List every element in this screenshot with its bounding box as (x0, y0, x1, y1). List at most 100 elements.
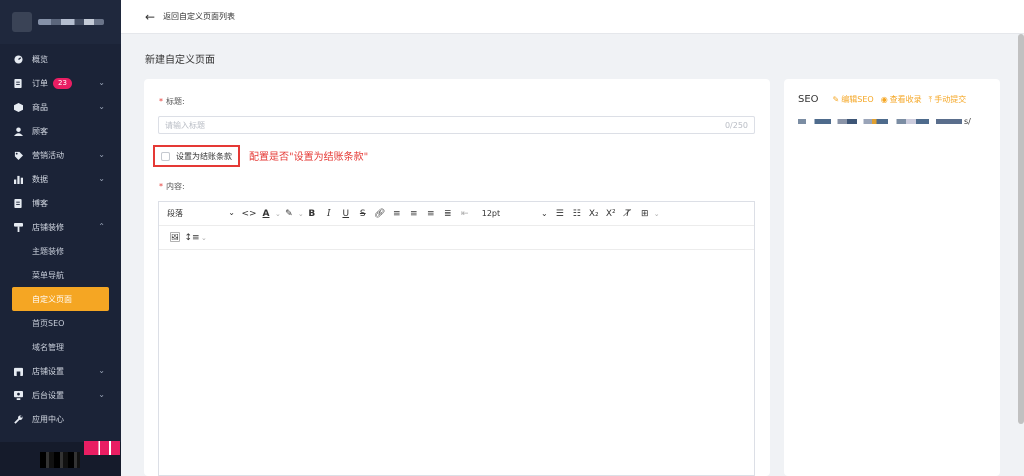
sidebar-item-label: 概览 (32, 54, 48, 64)
clear-format-icon[interactable]: T̸ (620, 206, 636, 222)
image-icon[interactable]: 🖼︎ (167, 230, 183, 246)
sidebar-subitem-domains[interactable]: 域名管理 (0, 335, 121, 359)
upload-icon: ⤒ (928, 94, 933, 104)
chevron-down-icon[interactable]: ⌄ (654, 210, 660, 218)
editor-toolbar-row-2: 🖼︎ ↕≡ ⌄ (159, 226, 754, 250)
sidebar-item-customers[interactable]: 顾客 (0, 119, 121, 143)
manual-submit-button[interactable]: ⤒ 手动提交 (929, 94, 967, 105)
sidebar-item-marketing[interactable]: 营销活动 ⌄ (0, 143, 121, 167)
title-label: * 标题: (159, 97, 185, 106)
sidebar-item-label: 博客 (32, 198, 48, 208)
sidebar-item-label: 订单 (32, 78, 48, 88)
sidebar-item-label: 应用中心 (32, 414, 64, 424)
chevron-down-icon: ⌄ (98, 174, 105, 183)
seo-header: SEO ✎ 编辑SEO ◉ 查看收录 ⤒ 手动提交 (798, 94, 973, 105)
underline-icon[interactable]: U (338, 206, 354, 222)
seo-title: SEO (798, 94, 819, 105)
sidebar-item-products[interactable]: 商品 ⌄ (0, 95, 121, 119)
sidebar: 概览 订单 23 ⌄ 商品 ⌄ 顾客 营销活动 ⌄ 数据 ⌄ 博客 店铺装修 ⌃… (0, 0, 121, 476)
admin-icon (13, 390, 23, 400)
sidebar-subitem-home-seo[interactable]: 首页SEO (0, 311, 121, 335)
font-size-select[interactable]: 12pt ⌄ (482, 209, 552, 218)
sidebar-subitem-menu[interactable]: 菜单导航 (0, 263, 121, 287)
content-label: * 内容: (159, 182, 185, 191)
redacted-label (84, 441, 120, 455)
strikethrough-icon[interactable]: S (355, 206, 371, 222)
line-height-icon[interactable]: ↕≡ (184, 230, 200, 246)
text-color-icon[interactable]: A (258, 206, 274, 222)
username-redacted (40, 452, 80, 468)
page-title: 新建自定义页面 (145, 55, 215, 66)
editor-content-area[interactable] (159, 250, 754, 475)
sidebar-item-store-settings[interactable]: 店铺设置 ⌄ (0, 359, 121, 383)
store-name-redacted (38, 19, 104, 25)
chevron-up-icon: ⌃ (98, 222, 105, 231)
logo-icon (12, 12, 32, 32)
subscript-icon[interactable]: X₂ (586, 206, 602, 222)
sidebar-item-label: 数据 (32, 174, 48, 184)
checkout-terms-checkbox[interactable] (161, 151, 170, 161)
table-icon[interactable]: ⊞ (637, 206, 653, 222)
chevron-down-icon: ⌄ (98, 366, 105, 375)
dashboard-icon (13, 54, 23, 64)
bold-icon[interactable]: B (304, 206, 320, 222)
sidebar-subitem-custom-pages[interactable]: 自定义页面 (12, 287, 109, 311)
product-icon (13, 102, 23, 112)
rich-text-editor[interactable]: 段落 ⌄ <> A ⌄ ✎ ⌄ B I U S 🔗︎ ≡ ≡ ≡ ≣ ⇤ 12pt ⌄ … (158, 201, 755, 476)
align-center-icon[interactable]: ≡ (406, 206, 422, 222)
align-justify-icon[interactable]: ≣ (440, 206, 456, 222)
sidebar-item-store-design[interactable]: 店铺装修 ⌃ (0, 215, 121, 239)
topbar: ← 返回自定义页面列表 (121, 0, 1024, 34)
edit-seo-button[interactable]: ✎ 编辑SEO (833, 94, 874, 105)
eye-icon: ◉ (880, 95, 888, 104)
customer-icon (13, 126, 23, 136)
block-format-select[interactable]: 段落 ⌄ (167, 208, 241, 219)
sidebar-item-data[interactable]: 数据 ⌄ (0, 167, 121, 191)
sidebar-item-admin-settings[interactable]: 后台设置 ⌄ (0, 383, 121, 407)
checkout-terms-checkbox-wrapper[interactable]: 设置为结账条款 (153, 145, 240, 167)
sidebar-item-label: 商品 (32, 102, 48, 112)
sidebar-subitem-theme[interactable]: 主题装修 (0, 239, 121, 263)
seo-url-redacted (798, 119, 962, 124)
italic-icon[interactable]: I (321, 206, 337, 222)
back-arrow-icon[interactable]: ← (145, 10, 155, 24)
bullet-list-icon[interactable]: ☰ (552, 206, 568, 222)
chevron-down-icon[interactable]: ⌄ (201, 234, 207, 242)
title-char-counter: 0/250 (724, 120, 748, 130)
align-left-icon[interactable]: ≡ (389, 206, 405, 222)
store-logo[interactable] (0, 0, 121, 44)
sidebar-item-label: 后台设置 (32, 390, 64, 400)
align-right-icon[interactable]: ≡ (423, 206, 439, 222)
title-input[interactable]: 请输入标题 0/250 (158, 116, 755, 134)
checkout-terms-label: 设置为结账条款 (176, 151, 232, 161)
pencil-icon: ✎ (832, 95, 840, 104)
editor-toolbar-row-1: 段落 ⌄ <> A ⌄ ✎ ⌄ B I U S 🔗︎ ≡ ≡ ≡ ≣ ⇤ 12pt ⌄ … (159, 202, 754, 226)
highlight-icon[interactable]: ✎ (281, 206, 297, 222)
sidebar-item-label: 店铺设置 (32, 366, 64, 376)
blog-icon (13, 198, 23, 208)
chevron-down-icon: ⌄ (98, 150, 105, 159)
view-indexing-button[interactable]: ◉ 查看收录 (881, 94, 922, 105)
seo-card (784, 79, 1000, 476)
back-link[interactable]: 返回自定义页面列表 (163, 11, 235, 22)
sidebar-item-label: 店铺装修 (32, 222, 64, 232)
code-icon[interactable]: <> (241, 206, 257, 222)
superscript-icon[interactable]: X² (603, 206, 619, 222)
sidebar-item-blog[interactable]: 博客 (0, 191, 121, 215)
outdent-icon[interactable]: ⇤ (457, 206, 473, 222)
order-icon (13, 78, 23, 88)
marketing-icon (13, 150, 23, 160)
numbered-list-icon[interactable]: ☷ (569, 206, 585, 222)
store-icon (13, 366, 23, 376)
chevron-down-icon: ⌄ (98, 78, 105, 87)
sidebar-item-overview[interactable]: 概览 (0, 47, 121, 71)
brush-icon (13, 222, 23, 232)
sidebar-item-orders[interactable]: 订单 23 ⌄ (0, 71, 121, 95)
sidebar-item-app-center[interactable]: 应用中心 (0, 407, 121, 431)
title-placeholder: 请输入标题 (165, 120, 205, 130)
scrollbar-thumb[interactable] (1018, 34, 1024, 424)
chevron-down-icon: ⌄ (98, 102, 105, 111)
link-icon[interactable]: 🔗︎ (372, 206, 388, 222)
sidebar-item-label: 顾客 (32, 126, 48, 136)
annotation-note: 配置是否"设置为结账条款" (249, 152, 369, 163)
